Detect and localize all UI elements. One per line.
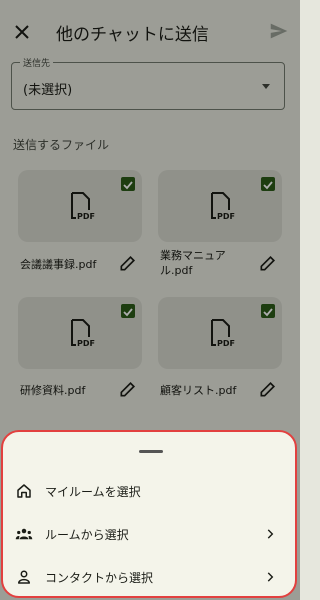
sheet-item-label: ルームから選択 <box>45 528 129 542</box>
drag-handle[interactable] <box>139 450 163 453</box>
sheet-item-label: マイルームを選択 <box>45 485 141 499</box>
sheet-item-label: コンタクトから選択 <box>45 571 154 585</box>
bottom-sheet: マイルームを選択 ルームから選択 コンタクトから選択 <box>1 430 297 598</box>
person-icon <box>18 570 30 584</box>
select-from-contact-item[interactable]: コンタクトから選択 <box>3 558 295 596</box>
chevron-right-icon <box>267 572 274 582</box>
select-from-room-item[interactable]: ルームから選択 <box>3 515 295 553</box>
home-icon <box>17 484 31 498</box>
group-icon <box>15 528 33 540</box>
chevron-right-icon <box>267 529 274 539</box>
select-my-room-item[interactable]: マイルームを選択 <box>3 472 295 510</box>
